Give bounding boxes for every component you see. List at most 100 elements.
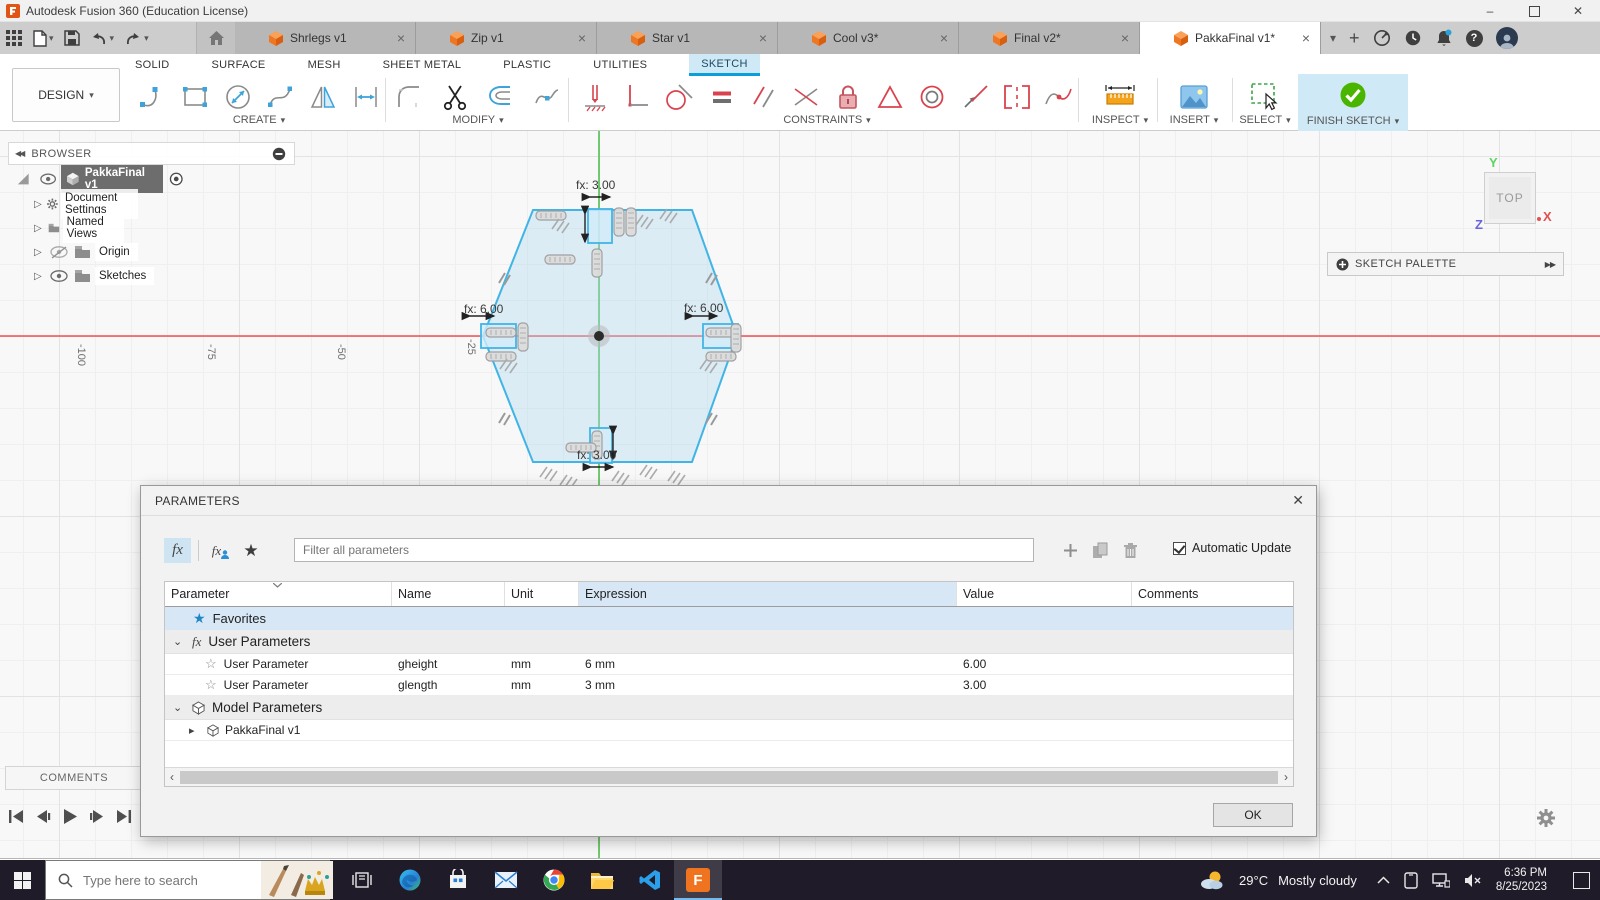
tab-utilities[interactable]: UTILITIES <box>593 54 647 76</box>
finish-sketch-button[interactable]: FINISH SKETCH▾ <box>1298 74 1408 131</box>
favorite-toggle-star-icon[interactable]: ☆ <box>205 656 217 672</box>
spline-tool-icon[interactable] <box>263 78 297 116</box>
microsoft-store-app-icon[interactable] <box>434 860 482 900</box>
ok-button[interactable]: OK <box>1213 803 1293 827</box>
palette-expand-icon[interactable]: ▶▶ <box>1545 260 1555 269</box>
collapse-caret-icon[interactable]: ⌄ <box>173 635 185 648</box>
dimension-bottom[interactable]: fx: 3.00 <box>577 448 616 462</box>
user-avatar[interactable] <box>1496 27 1518 49</box>
model-parameters-group-row[interactable]: ⌄ Model Parameters <box>165 696 1293 720</box>
column-name[interactable]: Name <box>392 582 505 606</box>
start-button[interactable] <box>0 860 45 900</box>
browser-collapse-icon[interactable]: ◀◀ <box>15 149 23 158</box>
navigation-settings-gear-icon[interactable] <box>1537 809 1555 827</box>
parameters-close-icon[interactable]: ✕ <box>1292 492 1304 509</box>
help-button[interactable]: ? <box>1466 30 1483 47</box>
activate-radio-icon[interactable] <box>169 171 183 187</box>
doc-tab-shrlegs[interactable]: Shrlegs v1 × <box>235 22 416 54</box>
home-button[interactable] <box>196 22 236 54</box>
measure-tool-icon[interactable] <box>1103 78 1137 116</box>
visibility-eye-icon[interactable] <box>50 270 68 282</box>
select-tool-icon[interactable] <box>1248 78 1282 116</box>
browser-item-origin[interactable]: ▷ Origin <box>34 242 138 262</box>
visibility-off-eye-icon[interactable] <box>50 246 68 259</box>
break-curve-icon[interactable] <box>530 78 564 116</box>
doc-tab-zip[interactable]: Zip v1 × <box>416 22 597 54</box>
column-comments[interactable]: Comments <box>1132 582 1295 606</box>
maximize-button[interactable] <box>1512 0 1556 22</box>
weather-icon[interactable] <box>1199 869 1225 891</box>
doc-tab-close-icon[interactable]: × <box>578 30 586 46</box>
constraints-group-label[interactable]: CONSTRAINTS▾ <box>578 114 1076 126</box>
constraint-perpendicular-icon[interactable] <box>789 78 823 116</box>
filter-parameters-input[interactable] <box>294 538 1034 562</box>
constraint-symmetry-icon[interactable] <box>1000 78 1034 116</box>
action-center-icon[interactable] <box>1573 872 1590 889</box>
new-document-button[interactable]: + <box>1349 29 1360 47</box>
tab-list-chevron-icon[interactable]: ▾ <box>1330 32 1336 44</box>
browser-minimize-icon[interactable] <box>272 147 286 161</box>
file-explorer-app-icon[interactable] <box>578 860 626 900</box>
constraint-parallel-icon[interactable] <box>747 78 781 116</box>
history-clock-icon[interactable] <box>1404 29 1422 47</box>
cell-unit[interactable]: mm <box>505 657 579 671</box>
modify-group-label[interactable]: MODIFY▾ <box>392 114 564 126</box>
constraint-fix-icon[interactable] <box>578 78 612 116</box>
browser-item-document-settings[interactable]: ▷ Document Settings <box>34 194 138 214</box>
edge-app-icon[interactable] <box>386 860 434 900</box>
job-status-icon[interactable] <box>1373 29 1391 47</box>
doc-tab-final[interactable]: Final v2* × <box>959 22 1140 54</box>
constraint-equal-icon[interactable] <box>705 78 739 116</box>
doc-tab-close-icon[interactable]: × <box>1121 30 1129 46</box>
constraint-polygon-icon[interactable] <box>873 78 907 116</box>
circle-tool-icon[interactable] <box>221 78 255 116</box>
viewcube-top-face[interactable]: TOP <box>1484 172 1536 224</box>
doc-tab-cool[interactable]: Cool v3* × <box>778 22 959 54</box>
skip-to-start-button[interactable] <box>8 809 24 824</box>
dimension-top[interactable]: fx: 3.00 <box>576 178 615 192</box>
constraint-concentric-icon[interactable] <box>915 78 949 116</box>
expand-arrow-icon[interactable]: ▷ <box>34 271 46 282</box>
expand-caret-icon[interactable]: ▸ <box>189 724 201 737</box>
sketch-line-icon[interactable] <box>135 78 169 116</box>
user-parameter-filter-button[interactable]: fx <box>164 538 191 563</box>
cell-expression[interactable]: 6 mm <box>579 657 957 671</box>
close-button[interactable]: ✕ <box>1556 0 1600 22</box>
parameter-row-gheight[interactable]: ☆ User Parameter gheight mm 6 mm 6.00 <box>165 654 1293 675</box>
browser-item-sketches[interactable]: ▷ Sketches <box>34 266 154 286</box>
expand-arrow-icon[interactable]: ▷ <box>34 247 46 258</box>
taskbar-clock[interactable]: 6:36 PM 8/25/2023 <box>1496 866 1547 894</box>
column-unit[interactable]: Unit <box>505 582 579 606</box>
step-back-button[interactable] <box>35 809 51 824</box>
doc-tab-close-icon[interactable]: × <box>759 30 767 46</box>
minimize-button[interactable]: – <box>1468 0 1512 22</box>
add-parameter-button[interactable] <box>1057 538 1084 563</box>
sketch-palette-bar[interactable]: SKETCH PALETTE ▶▶ <box>1327 252 1564 276</box>
origin-point[interactable] <box>588 325 610 347</box>
dimension-right[interactable]: fx: 6.00 <box>684 301 723 315</box>
mail-app-icon[interactable] <box>482 860 530 900</box>
tab-plastic[interactable]: PLASTIC <box>503 54 551 76</box>
doc-tab-close-icon[interactable]: × <box>1302 30 1310 46</box>
trim-tool-icon[interactable] <box>438 78 472 116</box>
cell-name[interactable]: glength <box>392 678 505 692</box>
doc-tab-star[interactable]: Star v1 × <box>597 22 778 54</box>
parameter-row-glength[interactable]: ☆ User Parameter glength mm 3 mm 3.00 <box>165 675 1293 696</box>
column-value[interactable]: Value <box>957 582 1132 606</box>
step-forward-button[interactable] <box>89 809 105 824</box>
model-child-row-pakkafinal[interactable]: ▸ PakkaFinal v1 <box>165 720 1293 741</box>
your-phone-icon[interactable] <box>1404 872 1418 889</box>
copy-parameter-icon[interactable] <box>1087 538 1114 563</box>
favorite-toggle-star-icon[interactable]: ☆ <box>205 677 217 693</box>
doc-tab-close-icon[interactable]: × <box>940 30 948 46</box>
fillet-tool-icon[interactable] <box>392 78 426 116</box>
skip-to-end-button[interactable] <box>116 809 132 824</box>
rectangle-tool-icon[interactable] <box>178 78 212 116</box>
workspace-selector[interactable]: DESIGN ▾ <box>12 68 120 122</box>
constraint-lock-icon[interactable] <box>831 78 865 116</box>
taskbar-search[interactable] <box>45 860 330 900</box>
fusion360-taskbar-icon[interactable]: F <box>674 860 722 900</box>
expand-arrow-icon[interactable]: ▷ <box>34 223 42 234</box>
favorites-filter-button[interactable]: ★ <box>239 538 263 563</box>
notifications-bell-icon[interactable] <box>1435 29 1453 48</box>
